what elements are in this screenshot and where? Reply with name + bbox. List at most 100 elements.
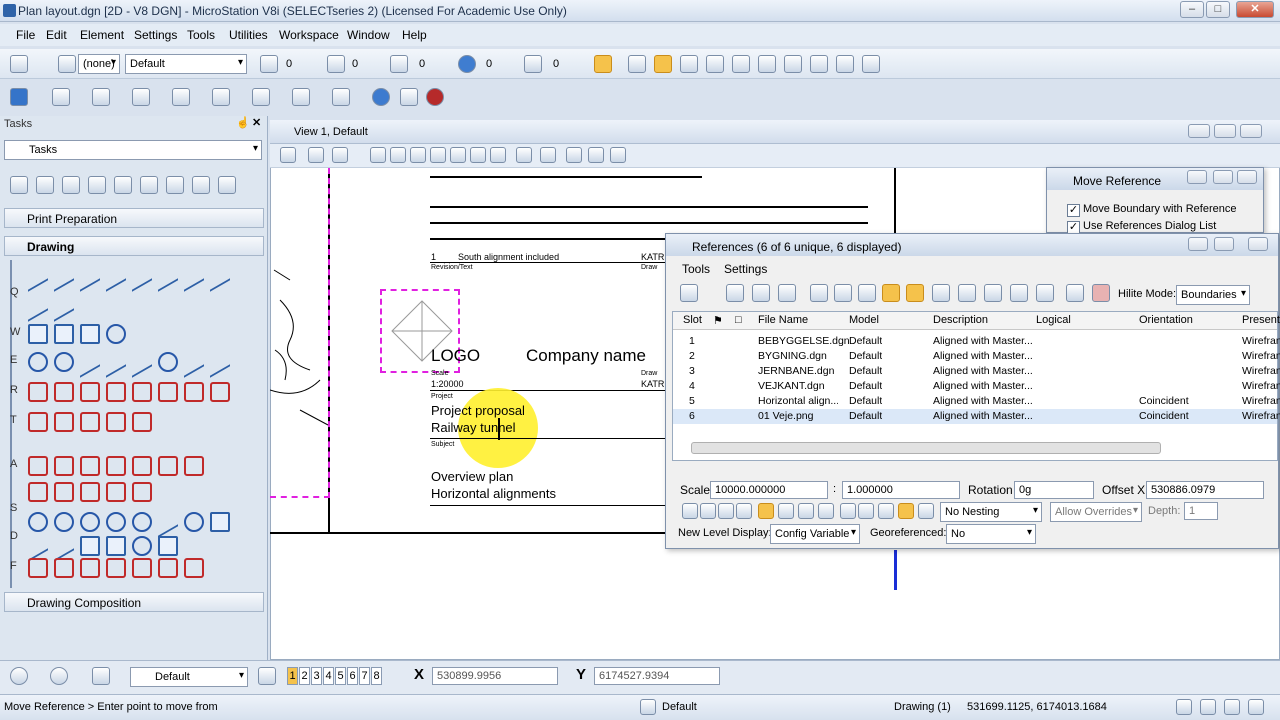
modify-arc-axis-icon[interactable]: [210, 346, 230, 378]
accusnap-icon[interactable]: [400, 88, 418, 106]
merge-into-master-icon[interactable]: [1066, 284, 1084, 302]
menu-utilities[interactable]: Utilities: [229, 28, 268, 42]
info-icon[interactable]: [372, 88, 390, 106]
fence-delete-icon[interactable]: [132, 558, 152, 578]
hilite-mode-dropdown[interactable]: Boundaries: [1176, 285, 1250, 305]
place-ellipse-icon[interactable]: [54, 352, 74, 372]
place-multiline-icon[interactable]: [80, 260, 100, 292]
table-row[interactable]: 4 VEJKANT.dgn Default Aligned with Maste…: [673, 379, 1280, 394]
design-history-icon[interactable]: [1200, 699, 1216, 715]
col-slot[interactable]: Slot: [683, 314, 702, 326]
snap-perpendicular-icon[interactable]: [836, 55, 854, 73]
place-smartline-icon[interactable]: [28, 260, 48, 292]
fence-file-icon[interactable]: [184, 558, 204, 578]
place-note-icon[interactable]: [28, 482, 48, 502]
place-stream-icon[interactable]: [132, 260, 152, 292]
nesting-dropdown[interactable]: No Nesting: [940, 502, 1042, 522]
construct-perp-icon[interactable]: [54, 290, 74, 322]
drawing-section[interactable]: Drawing: [4, 236, 264, 256]
change-text-icon[interactable]: [158, 456, 178, 476]
pan-view-icon[interactable]: [490, 147, 506, 163]
view-button-5[interactable]: 5: [335, 667, 346, 685]
move-ref-maximize-button[interactable]: [1213, 170, 1233, 184]
table-row-selected[interactable]: 6 01 Veje.png Default Aligned with Maste…: [673, 409, 1280, 424]
place-point-icon[interactable]: [106, 260, 126, 292]
drawing-composition-section[interactable]: Drawing Composition: [4, 592, 264, 612]
display-style-icon[interactable]: [308, 147, 324, 163]
back-icon[interactable]: [10, 667, 28, 685]
references-menu-settings[interactable]: Settings: [724, 262, 767, 276]
table-row[interactable]: 1 BEBYGGELSE.dgn Default Aligned with Ma…: [673, 334, 1280, 349]
place-orthogonal-icon[interactable]: [80, 324, 100, 344]
treat-as-element-icon[interactable]: [778, 503, 794, 519]
zoom-out-icon[interactable]: [410, 147, 426, 163]
update-view-icon[interactable]: [370, 147, 386, 163]
references-menu-tools[interactable]: Tools: [682, 262, 710, 276]
x-coordinate-input[interactable]: 530899.9956: [432, 667, 558, 685]
snap-origin-icon[interactable]: [732, 55, 750, 73]
rotate-icon[interactable]: [132, 382, 152, 402]
transparency-icon[interactable]: [458, 55, 476, 73]
display-toggle-icon[interactable]: [682, 503, 698, 519]
snap-grid-icon[interactable]: [654, 55, 672, 73]
maximize-button[interactable]: □: [1206, 1, 1230, 18]
view-button-3[interactable]: 3: [311, 667, 322, 685]
col-file-name[interactable]: File Name: [758, 314, 808, 326]
delete-element-icon[interactable]: [210, 382, 230, 402]
table-row[interactable]: 5 Horizontal align... Default Aligned wi…: [673, 394, 1280, 409]
clip-mask-icon[interactable]: [1010, 284, 1028, 302]
extend-icon[interactable]: [54, 412, 74, 432]
locate-toggle-icon[interactable]: [718, 503, 734, 519]
close-button[interactable]: ✕: [1236, 1, 1274, 18]
minimize-button[interactable]: –: [1180, 1, 1204, 18]
tool-7-icon[interactable]: [192, 176, 210, 194]
place-active-cell-icon[interactable]: [106, 512, 126, 532]
clip-boundary-icon[interactable]: [984, 284, 1002, 302]
menu-settings[interactable]: Settings: [134, 28, 177, 42]
place-text-icon[interactable]: [28, 456, 48, 476]
place-bspline-icon[interactable]: [184, 260, 204, 292]
place-polygon-icon[interactable]: [106, 324, 126, 344]
col-description[interactable]: Description: [933, 314, 988, 326]
print-preparation-section[interactable]: Print Preparation: [4, 208, 264, 228]
view-close-button[interactable]: [1240, 124, 1262, 138]
view-maximize-button[interactable]: [1214, 124, 1236, 138]
menu-tools[interactable]: Tools: [187, 28, 215, 42]
mirror-vertical-icon[interactable]: [958, 284, 976, 302]
snap-toggle-icon[interactable]: [700, 503, 716, 519]
move-ref-close-button[interactable]: [1237, 170, 1257, 184]
place-half-ellipse-icon[interactable]: [106, 346, 126, 378]
view-button-6[interactable]: 6: [347, 667, 358, 685]
references-close-button[interactable]: [1248, 237, 1268, 251]
place-arc-line-icon[interactable]: [210, 260, 230, 292]
color-adjust-icon[interactable]: [858, 503, 874, 519]
tool-1-icon[interactable]: [36, 176, 54, 194]
tasks-dropdown[interactable]: Tasks: [4, 140, 262, 160]
tool-2-icon[interactable]: [62, 176, 80, 194]
scale-master-input[interactable]: 10000.000000: [710, 481, 828, 499]
lighting-toggle-icon[interactable]: [878, 503, 894, 519]
tree-view-icon[interactable]: [680, 284, 698, 302]
table-row[interactable]: 3 JERNBANE.dgn Default Aligned with Mast…: [673, 364, 1280, 379]
view-button-1[interactable]: 1: [287, 667, 298, 685]
snap-bisector-icon[interactable]: [758, 55, 776, 73]
snap-nearest-icon[interactable]: [680, 55, 698, 73]
dimension-angle-icon[interactable]: [80, 536, 100, 556]
snap-settings-icon[interactable]: [292, 88, 310, 106]
move-icon[interactable]: [28, 382, 48, 402]
place-curve-icon[interactable]: [158, 260, 178, 292]
tool-3-icon[interactable]: [88, 176, 106, 194]
modify-fence-icon[interactable]: [54, 558, 74, 578]
rotation-input[interactable]: 0g: [1014, 481, 1094, 499]
message-center-icon[interactable]: [1224, 699, 1240, 715]
replace-cell-icon[interactable]: [132, 512, 152, 532]
window-area-icon[interactable]: [430, 147, 446, 163]
menu-help[interactable]: Help: [402, 28, 427, 42]
view-button-8[interactable]: 8: [371, 667, 382, 685]
place-cell-icon[interactable]: [28, 512, 48, 532]
view-group-dropdown[interactable]: Default: [130, 667, 248, 687]
snap-mode-icon[interactable]: [862, 55, 880, 73]
place-circle-icon[interactable]: [28, 352, 48, 372]
element-selection-icon[interactable]: [92, 667, 110, 685]
tool-5-icon[interactable]: [140, 176, 158, 194]
